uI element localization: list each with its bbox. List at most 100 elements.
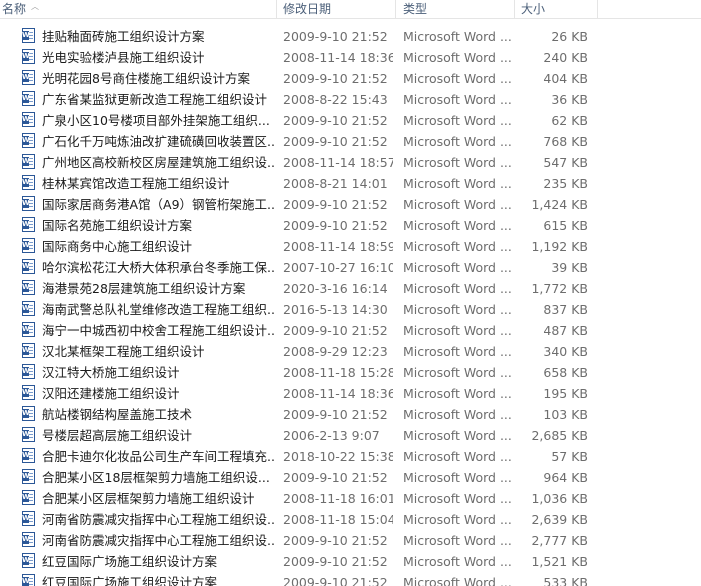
file-row[interactable]: 光电实验楼泸县施工组织设计 2008-11-14 18:36 Microsoft W… <box>0 47 701 68</box>
word-document-icon <box>22 427 35 442</box>
word-document-icon <box>22 532 35 547</box>
file-row[interactable]: 汉阳还建楼施工组织设计 2008-11-14 18:36 Microsoft Wor… <box>0 383 701 404</box>
file-date: 2008-9-29 12:23 <box>283 344 388 359</box>
file-row[interactable]: 哈尔滨松花江大桥大体积承台冬季施工保... 2007-10-27 16:10 Mic… <box>0 257 701 278</box>
file-row[interactable]: 国际家居商务港A馆（A9）钢管桁架施工... 2009-9-10 21:52 Mic… <box>0 194 701 215</box>
word-document-icon <box>22 406 35 421</box>
word-document-icon <box>22 259 35 274</box>
file-type: Microsoft Word ... <box>403 323 512 338</box>
file-type: Microsoft Word ... <box>403 113 512 128</box>
word-document-icon <box>22 385 35 400</box>
column-date-header[interactable]: 修改日期 <box>277 0 395 18</box>
file-row[interactable]: 广石化千万吨炼油改扩建硫磺回收装置区... 2009-9-10 21:52 Micr… <box>0 131 701 152</box>
word-document-icon <box>22 280 35 295</box>
file-row[interactable]: 光明花园8号商住楼施工组织设计方案 2009-9-10 21:52 Microsof… <box>0 68 701 89</box>
file-type: Microsoft Word ... <box>403 281 512 296</box>
file-row[interactable]: 桂林某宾馆改造工程施工组织设计 2008-8-21 14:01 Microsoft … <box>0 173 701 194</box>
file-type: Microsoft Word ... <box>403 470 512 485</box>
column-date-label: 修改日期 <box>283 2 332 16</box>
file-row[interactable]: 海宁一中城西初中校舍工程施工组织设计... 2009-9-10 21:52 Micr… <box>0 320 701 341</box>
file-row[interactable]: 合肥某小区18层框架剪力墙施工组织设... 2009-9-10 21:52 Micr… <box>0 467 701 488</box>
file-size: 1,521 KB <box>531 554 588 569</box>
column-name-label: 名称 <box>2 2 27 16</box>
file-type: Microsoft Word ... <box>403 176 512 191</box>
file-size: 235 KB <box>543 176 588 191</box>
file-name: 红豆国际广场施工组织设计方案 <box>42 575 218 586</box>
file-name: 挂贴釉面砖施工组织设计方案 <box>42 29 205 44</box>
file-row[interactable]: 合肥卡迪尔化妆品公司生产车间工程填充... 2018-10-22 15:38 Mic… <box>0 446 701 467</box>
file-row[interactable]: 河南省防震减灾指挥中心工程施工组织设... 2009-9-10 21:52 Micr… <box>0 530 701 551</box>
file-date: 2009-9-10 21:52 <box>283 323 388 338</box>
file-row[interactable]: 汉北某框架工程施工组织设计 2008-9-29 12:23 Microsoft Wo… <box>0 341 701 362</box>
file-row[interactable]: 红豆国际广场施工组织设计方案 2009-9-10 21:52 Microsoft W… <box>0 551 701 572</box>
file-row[interactable]: 合肥某小区层框架剪力墙施工组织设计 2008-11-18 16:01 Microso… <box>0 488 701 509</box>
file-name: 广州地区高校新校区房屋建筑施工组织设... <box>42 155 274 170</box>
file-type: Microsoft Word ... <box>403 533 512 548</box>
file-size: 964 KB <box>543 470 588 485</box>
file-row[interactable]: 国际名苑施工组织设计方案 2009-9-10 21:52 Microsoft Wor… <box>0 215 701 236</box>
file-date: 2016-5-13 14:30 <box>283 302 388 317</box>
file-type: Microsoft Word ... <box>403 386 512 401</box>
file-type: Microsoft Word ... <box>403 134 512 149</box>
file-row[interactable]: 广州地区高校新校区房屋建筑施工组织设... 2008-11-14 18:57 Mic… <box>0 152 701 173</box>
file-date: 2008-11-14 18:57 <box>283 155 393 170</box>
file-date: 2009-9-10 21:52 <box>283 113 388 128</box>
file-row[interactable]: 广泉小区10号楼项目部外挂架施工组织... 2009-9-10 21:52 Micr… <box>0 110 701 131</box>
file-row[interactable]: 海南武警总队礼堂维修改造工程施工组织... 2016-5-13 14:30 Micr… <box>0 299 701 320</box>
file-row[interactable]: 号楼层超高层施工组织设计 2006-2-13 9:07 Microsoft Word… <box>0 425 701 446</box>
column-size-header[interactable]: 大小 <box>515 0 597 18</box>
column-divider[interactable] <box>597 0 598 18</box>
file-type: Microsoft Word ... <box>403 491 512 506</box>
file-size: 240 KB <box>543 50 588 65</box>
file-type: Microsoft Word ... <box>403 155 512 170</box>
file-type: Microsoft Word ... <box>403 512 512 527</box>
file-row[interactable]: 河南省防震减灾指挥中心工程施工组织设... 2008-11-18 15:04 Mic… <box>0 509 701 530</box>
file-row[interactable]: 航站楼钢结构屋盖施工技术 2009-9-10 21:52 Microsoft Wor… <box>0 404 701 425</box>
word-document-icon <box>22 448 35 463</box>
file-row[interactable]: 海港景苑28层建筑施工组织设计方案 2020-3-16 16:14 Microsof… <box>0 278 701 299</box>
column-type-header[interactable]: 类型 <box>396 0 514 18</box>
file-type: Microsoft Word ... <box>403 218 512 233</box>
file-name: 合肥卡迪尔化妆品公司生产车间工程填充... <box>42 449 274 464</box>
file-type: Microsoft Word ... <box>403 29 512 44</box>
column-header: ︿ 名称 修改日期 类型 大小 <box>0 0 701 19</box>
file-date: 2008-11-14 18:36 <box>283 50 393 65</box>
file-date: 2009-9-10 21:52 <box>283 218 388 233</box>
file-name: 国际商务中心施工组织设计 <box>42 239 193 254</box>
file-row[interactable]: 国际商务中心施工组织设计 2008-11-14 18:59 Microsoft Wo… <box>0 236 701 257</box>
file-type: Microsoft Word ... <box>403 71 512 86</box>
file-row[interactable]: 汉江特大桥施工组织设计 2008-11-18 15:28 Microsoft Wor… <box>0 362 701 383</box>
file-type: Microsoft Word ... <box>403 50 512 65</box>
file-type: Microsoft Word ... <box>403 260 512 275</box>
file-type: Microsoft Word ... <box>403 302 512 317</box>
file-size: 36 KB <box>551 92 588 107</box>
file-name: 合肥某小区层框架剪力墙施工组织设计 <box>42 491 255 506</box>
file-date: 2008-11-14 18:59 <box>283 239 393 254</box>
file-date: 2008-8-21 14:01 <box>283 176 388 191</box>
file-name: 光电实验楼泸县施工组织设计 <box>42 50 205 65</box>
word-document-icon <box>22 28 35 43</box>
file-row[interactable]: 挂贴釉面砖施工组织设计方案 2009-9-10 21:52 Microsoft Wo… <box>0 26 701 47</box>
file-date: 2009-9-10 21:52 <box>283 533 388 548</box>
file-date: 2009-9-10 21:52 <box>283 134 388 149</box>
word-document-icon <box>22 553 35 568</box>
file-size: 2,639 KB <box>531 512 588 527</box>
column-name-header[interactable]: ︿ 名称 <box>0 0 276 18</box>
file-name: 广石化千万吨炼油改扩建硫磺回收装置区... <box>42 134 274 149</box>
word-document-icon <box>22 511 35 526</box>
word-document-icon <box>22 49 35 64</box>
word-document-icon <box>22 301 35 316</box>
word-document-icon <box>22 469 35 484</box>
file-name: 汉江特大桥施工组织设计 <box>42 365 180 380</box>
file-row[interactable]: 广东省某监狱更新改造工程施工组织设计 2008-8-22 15:43 Microso… <box>0 89 701 110</box>
file-name: 国际名苑施工组织设计方案 <box>42 218 193 233</box>
file-name: 桂林某宾馆改造工程施工组织设计 <box>42 176 230 191</box>
file-date: 2006-2-13 9:07 <box>283 428 380 443</box>
file-row[interactable]: 红豆国际广场施工组织设计方案 2009-9-10 21:52 Microsoft W… <box>0 572 701 586</box>
file-name: 光明花园8号商住楼施工组织设计方案 <box>42 71 250 86</box>
file-size: 615 KB <box>543 218 588 233</box>
file-date: 2018-10-22 15:38 <box>283 449 393 464</box>
file-size: 195 KB <box>543 386 588 401</box>
file-size: 103 KB <box>543 407 588 422</box>
file-name: 汉阳还建楼施工组织设计 <box>42 386 180 401</box>
